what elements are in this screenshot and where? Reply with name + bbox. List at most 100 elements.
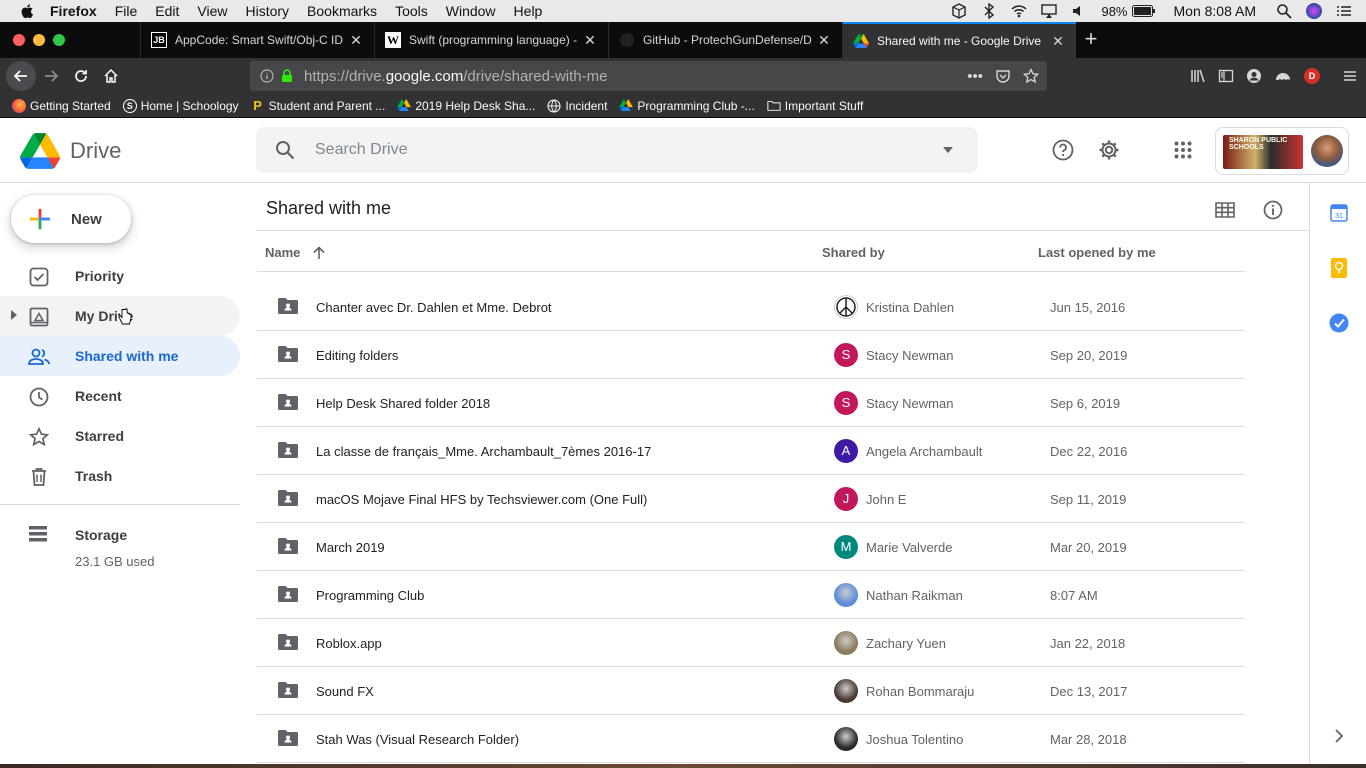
column-header-last-opened[interactable]: Last opened by me xyxy=(1038,245,1156,260)
notification-center-icon[interactable] xyxy=(1336,3,1352,19)
column-header-shared-by[interactable]: Shared by xyxy=(822,245,885,260)
volume-icon[interactable] xyxy=(1071,3,1087,19)
file-row[interactable]: Roblox.app Zachary Yuen Jan 22, 2018 xyxy=(257,619,1245,667)
settings-button[interactable] xyxy=(1094,135,1124,165)
column-header-name[interactable]: Name xyxy=(265,245,326,260)
sidebar-item-starred[interactable]: Starred xyxy=(0,416,240,456)
file-row[interactable]: Programming Club Nathan Raikman 8:07 AM xyxy=(257,571,1245,619)
file-row[interactable]: Help Desk Shared folder 2018 S Stacy Newma… xyxy=(257,379,1245,427)
file-row[interactable]: Sound FX Rohan Bommaraju Dec 13, 2017 xyxy=(257,667,1245,715)
reload-icon xyxy=(75,70,87,82)
close-tab-icon[interactable]: ✕ xyxy=(582,32,598,48)
tasks-addon-button[interactable] xyxy=(1329,313,1349,333)
expand-panel-button[interactable] xyxy=(1329,726,1349,746)
search-icon[interactable] xyxy=(275,140,295,160)
package-icon[interactable] xyxy=(951,3,967,19)
sidebar-item-priority[interactable]: Priority xyxy=(0,256,240,296)
menu-tools[interactable]: Tools xyxy=(395,3,428,19)
jetbrains-favicon-icon: JB xyxy=(151,32,167,48)
main-content: Shared with me Name Shared by Last opene… xyxy=(256,183,1309,768)
menu-history[interactable]: History xyxy=(245,3,289,19)
extension-d-icon[interactable]: D xyxy=(1304,68,1320,84)
help-button[interactable] xyxy=(1048,135,1078,165)
bookmark-getting-started[interactable]: Getting Started xyxy=(12,98,111,113)
tab-swift-wikipedia[interactable]: W Swift (programming language) - ✕ xyxy=(374,22,608,58)
menu-window[interactable]: Window xyxy=(446,3,496,19)
sidebar-item-shared-with-me[interactable]: Shared with me xyxy=(0,336,240,376)
extension-ghost-icon[interactable] xyxy=(1274,68,1292,84)
back-button[interactable] xyxy=(6,61,36,91)
calendar-addon-button[interactable]: 31 xyxy=(1329,203,1349,223)
pocket-icon[interactable] xyxy=(995,68,1011,84)
url-bar[interactable]: https://drive. google.com/drive/shared-wi… xyxy=(250,61,1047,91)
bluetooth-icon[interactable] xyxy=(981,3,997,19)
file-row[interactable]: March 2019 M Marie Valverde Mar 20, 2019 xyxy=(257,523,1245,571)
bookmark-star-icon[interactable] xyxy=(1023,68,1039,84)
sidebar-item-trash[interactable]: Trash xyxy=(0,456,240,496)
library-icon[interactable] xyxy=(1190,68,1206,84)
menu-file[interactable]: File xyxy=(115,3,138,19)
file-row[interactable]: La classe de français_Mme. Archambault_7… xyxy=(257,427,1245,475)
view-details-button[interactable] xyxy=(1260,197,1286,223)
file-row[interactable]: Editing folders S Stacy Newman Sep 20, 2019 xyxy=(257,331,1245,379)
account-icon[interactable] xyxy=(1246,68,1262,84)
sidebar-item-recent[interactable]: Recent xyxy=(0,376,240,416)
close-tab-icon[interactable]: ✕ xyxy=(816,32,832,48)
google-apps-button[interactable] xyxy=(1168,135,1198,165)
keep-addon-button[interactable] xyxy=(1329,258,1349,278)
zoom-window-button[interactable] xyxy=(53,34,65,46)
bookmark-label: Incident xyxy=(565,98,608,113)
account-switcher[interactable]: SHARON PUBLIC SCHOOLS xyxy=(1215,127,1349,175)
hamburger-menu-icon[interactable] xyxy=(1342,68,1358,84)
peace-sign-avatar-icon xyxy=(834,295,858,319)
shared-by-name: John E xyxy=(866,492,907,507)
tab-google-drive[interactable]: Shared with me - Google Drive ✕ xyxy=(842,22,1076,58)
file-row[interactable]: Stah Was (Visual Research Folder) Joshua … xyxy=(257,715,1245,763)
page-actions-icon[interactable]: ••• xyxy=(967,68,983,85)
file-row[interactable]: Chanter avec Dr. Dahlen et Mme. Debrot Kr… xyxy=(257,283,1245,331)
file-row[interactable]: macOS Mojave Final HFS by Techsviewer.co… xyxy=(257,475,1245,523)
wifi-icon[interactable] xyxy=(1011,3,1027,19)
bookmark-help-desk[interactable]: 2019 Help Desk Sha... xyxy=(397,99,535,113)
drive-logo[interactable]: Drive xyxy=(20,133,121,169)
menu-app-name[interactable]: Firefox xyxy=(50,3,97,19)
user-avatar[interactable] xyxy=(1311,135,1343,167)
bookmark-schoology[interactable]: S Home | Schoology xyxy=(122,98,239,113)
spotlight-search-icon[interactable] xyxy=(1276,3,1292,19)
bookmark-folder-important-stuff[interactable]: Important Stuff xyxy=(767,99,863,113)
tab-github[interactable]: GitHub - ProtechGunDefense/D ✕ xyxy=(608,22,842,58)
search-input[interactable] xyxy=(315,141,942,159)
folder-icon xyxy=(767,99,781,113)
menu-edit[interactable]: Edit xyxy=(155,3,179,19)
close-tab-icon[interactable]: ✕ xyxy=(1050,33,1066,49)
reload-button[interactable] xyxy=(66,61,96,91)
close-tab-icon[interactable]: ✕ xyxy=(348,32,364,48)
sort-arrow-up-icon[interactable] xyxy=(312,245,326,260)
site-info-icon[interactable] xyxy=(260,69,274,83)
menu-view[interactable]: View xyxy=(197,3,227,19)
menu-clock[interactable]: Mon 8:08 AM xyxy=(1174,3,1257,19)
apple-logo-icon[interactable] xyxy=(20,3,36,19)
siri-icon[interactable] xyxy=(1306,3,1322,19)
sidebar-toggle-icon[interactable] xyxy=(1218,68,1234,84)
new-button[interactable]: New xyxy=(11,195,131,243)
browser-tab-bar: JB AppCode: Smart Swift/Obj-C ID ✕ W Swi… xyxy=(0,22,1366,58)
bookmark-programming-club[interactable]: Programming Club -... xyxy=(619,99,755,113)
home-button[interactable] xyxy=(96,61,126,91)
grid-view-button[interactable] xyxy=(1212,197,1238,223)
airplay-icon[interactable] xyxy=(1041,3,1058,19)
expand-arrow-icon[interactable] xyxy=(11,310,17,320)
home-icon xyxy=(104,68,118,83)
forward-button[interactable] xyxy=(36,61,66,91)
menu-help[interactable]: Help xyxy=(514,3,543,19)
new-tab-button[interactable]: + xyxy=(1076,22,1106,58)
bookmark-student-parent[interactable]: P Student and Parent ... xyxy=(251,98,385,113)
bookmark-incident[interactable]: Incident xyxy=(547,99,607,113)
tab-appcode[interactable]: JB AppCode: Smart Swift/Obj-C ID ✕ xyxy=(140,22,374,58)
close-window-button[interactable] xyxy=(13,34,25,46)
lock-icon[interactable] xyxy=(280,69,294,83)
battery-icon[interactable] xyxy=(1131,5,1156,17)
menu-bookmarks[interactable]: Bookmarks xyxy=(307,3,377,19)
minimize-window-button[interactable] xyxy=(33,34,45,46)
search-options-dropdown-icon[interactable] xyxy=(942,146,954,154)
